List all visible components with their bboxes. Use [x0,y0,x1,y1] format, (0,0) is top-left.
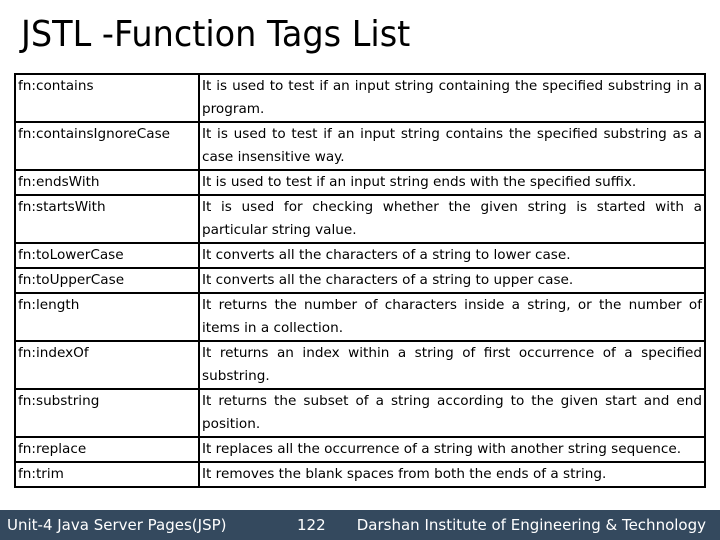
function-description: It converts all the characters of a stri… [198,267,706,294]
footer-bar: Unit-4 Java Server Pages(JSP) 122 Darsha… [0,510,720,540]
function-name: fn:substring [14,388,200,438]
function-description: It returns an index within a string of f… [198,340,706,390]
function-name: fn:replace [14,436,200,463]
table-row: fn:containsIgnoreCase It is used to test… [14,121,706,171]
function-description: It is used to test if an input string en… [198,169,706,196]
function-name: fn:endsWith [14,169,200,196]
table-row: fn:indexOf It returns an index within a … [14,340,706,390]
function-description: It replaces all the occurrence of a stri… [198,436,706,463]
function-name: fn:startsWith [14,194,200,244]
table-row: fn:startsWith It is used for checking wh… [14,194,706,244]
function-description: It is used to test if an input string co… [198,73,706,123]
function-tags-table: fn:contains It is used to test if an inp… [14,73,706,488]
function-description: It is used to test if an input string co… [198,121,706,171]
function-name: fn:indexOf [14,340,200,390]
function-description: It returns the subset of a string accord… [198,388,706,438]
footer-unit: Unit-4 Java Server Pages(JSP) [7,516,227,534]
table-row: fn:endsWith It is used to test if an inp… [14,169,706,196]
page-number: 122 [297,516,326,534]
function-description: It converts all the characters of a stri… [198,242,706,269]
function-description: It returns the number of characters insi… [198,292,706,342]
table-row: fn:length It returns the number of chara… [14,292,706,342]
function-name: fn:toLowerCase [14,242,200,269]
table-row: fn:toUpperCase It converts all the chara… [14,267,706,294]
function-name: fn:contains [14,73,200,123]
table-row: fn:trim It removes the blank spaces from… [14,461,706,488]
function-description: It removes the blank spaces from both th… [198,461,706,488]
footer-institute: Darshan Institute of Engineering & Techn… [356,516,706,534]
function-name: fn:trim [14,461,200,488]
function-name: fn:containsIgnoreCase [14,121,200,171]
function-name: fn:toUpperCase [14,267,200,294]
function-description: It is used for checking whether the give… [198,194,706,244]
table-row: fn:substring It returns the subset of a … [14,388,706,438]
table-row: fn:toLowerCase It converts all the chara… [14,242,706,269]
table-row: fn:replace It replaces all the occurrenc… [14,436,706,463]
table-row: fn:contains It is used to test if an inp… [14,73,706,123]
slide-title: JSTL -Function Tags List [21,14,411,55]
function-name: fn:length [14,292,200,342]
